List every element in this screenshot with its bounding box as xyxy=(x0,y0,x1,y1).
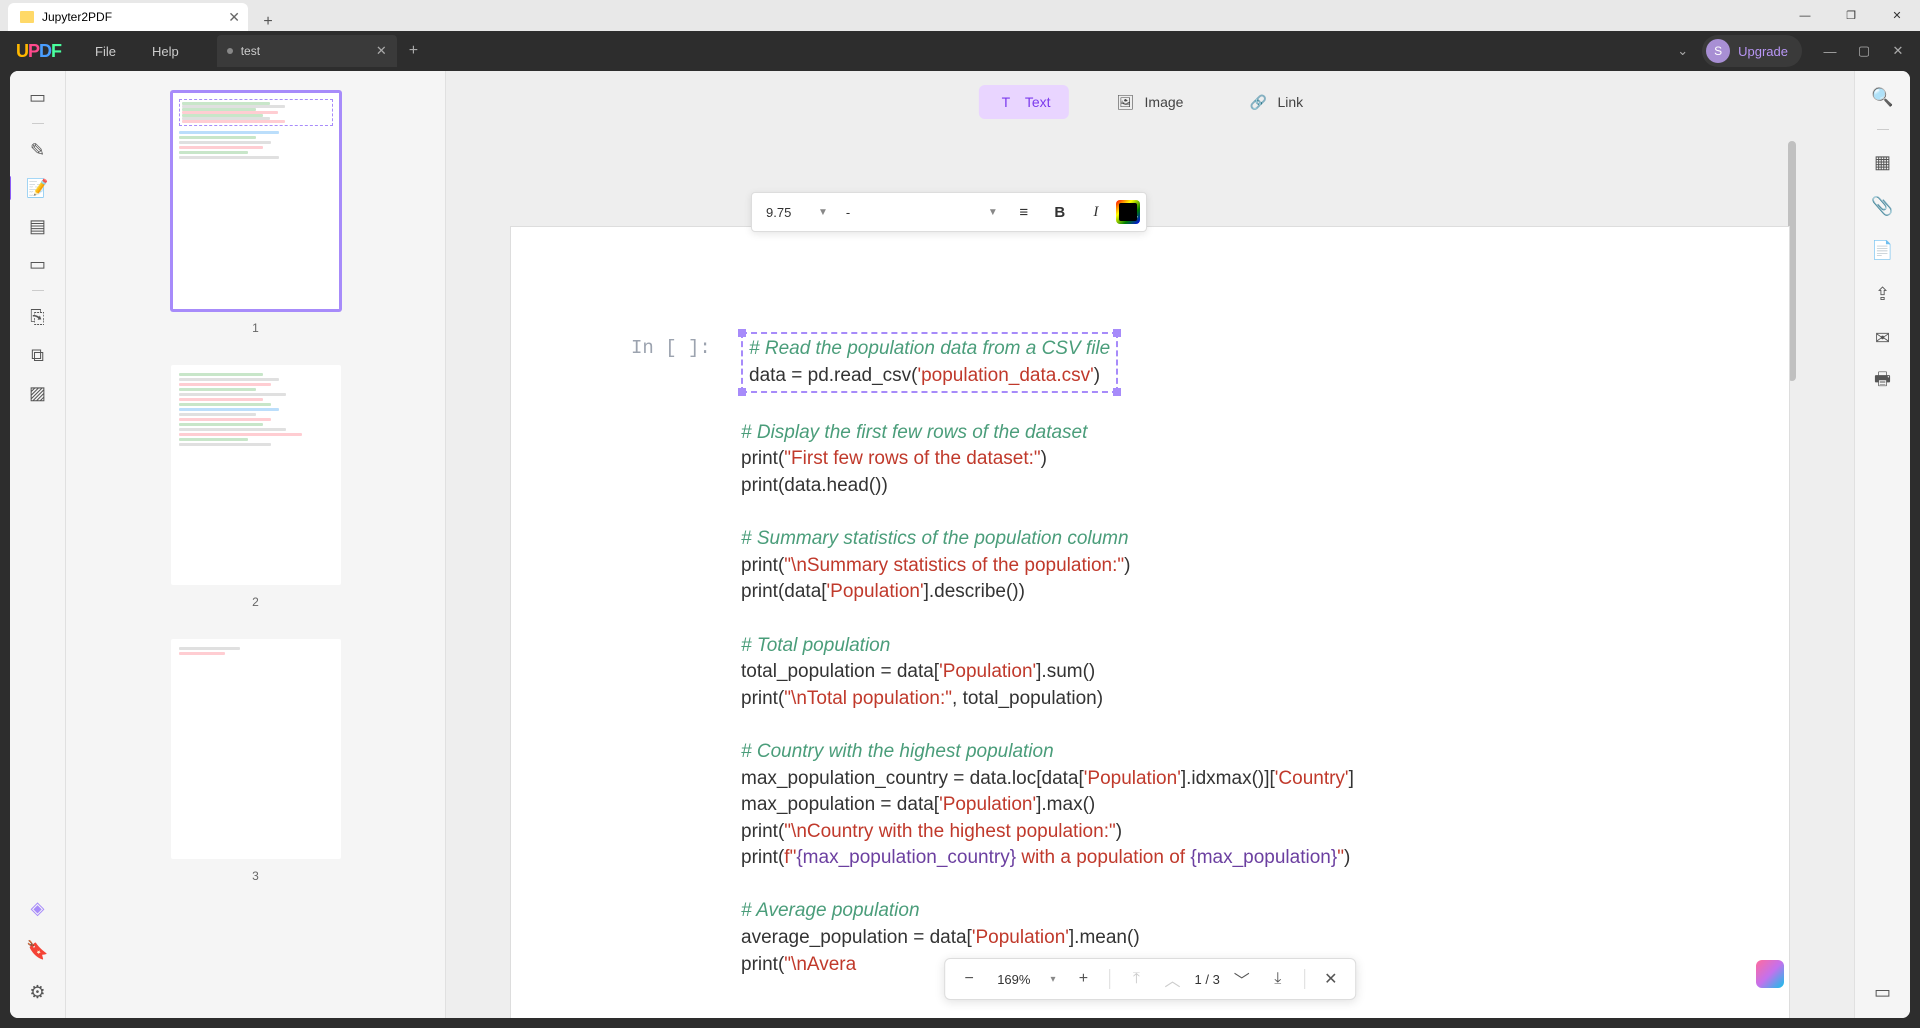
chevron-down-icon: ▾ xyxy=(1133,213,1138,224)
selected-text-box[interactable]: # Read the population data from a CSV fi… xyxy=(741,332,1118,393)
page-thumbnail-2[interactable] xyxy=(171,365,341,585)
copy-icon[interactable]: ⎘ xyxy=(26,305,50,329)
app-title-bar: UPDF File Help test ✕ + ⌄ S Upgrade — ▢ … xyxy=(0,31,1920,71)
print-icon[interactable]: 🖶 xyxy=(1871,370,1895,394)
app-maximize-button[interactable]: ▢ xyxy=(1850,37,1878,65)
upgrade-label: Upgrade xyxy=(1738,44,1788,59)
highlight-icon[interactable]: ✎ xyxy=(26,138,50,162)
thumbnail-number: 3 xyxy=(252,869,259,883)
settings-icon[interactable]: ⚙ xyxy=(26,980,50,1004)
app-logo[interactable]: UPDF xyxy=(16,41,61,62)
color-picker-button[interactable]: ▾ xyxy=(1116,200,1140,224)
last-page-button[interactable]: ⤓ xyxy=(1264,965,1292,993)
zoom-in-button[interactable]: + xyxy=(1069,965,1097,993)
page-thumbnail-1[interactable] xyxy=(171,91,341,311)
document-tab-title: test xyxy=(241,44,260,58)
code-content[interactable]: # Read the population data from a CSV fi… xyxy=(741,332,1709,978)
bookmark-icon[interactable]: 🔖 xyxy=(26,938,50,962)
mode-label: Text xyxy=(1025,94,1051,110)
ai-assistant-icon[interactable] xyxy=(1756,960,1784,988)
layers-icon[interactable]: ◈ xyxy=(26,896,50,920)
pages-icon[interactable]: ▤ xyxy=(26,214,50,238)
ocr-icon[interactable]: ▦ xyxy=(1871,150,1895,174)
view-mode-icon[interactable]: ▭ xyxy=(1871,980,1895,1004)
os-tab-bar: Jupyter2PDF ✕ + — ❐ ✕ xyxy=(0,0,1920,31)
close-icon[interactable]: ✕ xyxy=(376,43,387,59)
font-family-input[interactable] xyxy=(838,201,978,224)
mode-text-button[interactable]: T Text xyxy=(979,85,1069,119)
mode-image-button[interactable]: 🖼 Image xyxy=(1099,85,1202,119)
document-viewport[interactable]: T Text 🖼 Image 🔗 Link ▼ xyxy=(446,71,1854,1018)
chevron-down-icon[interactable]: ▾ xyxy=(1044,974,1061,985)
search-icon[interactable]: 🔍 xyxy=(1871,85,1895,109)
menu-help[interactable]: Help xyxy=(134,44,197,59)
reader-icon[interactable]: ▭ xyxy=(26,85,50,109)
page-navigation-bar: − 169% ▾ + ⤒ ︿ 1 / 3 ﹀ ⤓ ✕ xyxy=(944,958,1356,1000)
left-toolbar: ▭ ✎ 📝 ▤ ▭ ⎘ ⧉ ▨ ◈ 🔖 ⚙ xyxy=(10,71,66,1018)
text-icon: T xyxy=(997,93,1015,111)
document-tab[interactable]: test ✕ xyxy=(217,35,397,67)
upgrade-button[interactable]: S Upgrade xyxy=(1702,35,1802,67)
chevron-down-icon[interactable]: ▼ xyxy=(812,207,834,218)
os-tab[interactable]: Jupyter2PDF ✕ xyxy=(8,3,248,31)
redact-icon[interactable]: ▨ xyxy=(26,381,50,405)
maximize-button[interactable]: ❐ xyxy=(1828,0,1874,31)
close-window-button[interactable]: ✕ xyxy=(1874,0,1920,31)
form-icon[interactable]: ▭ xyxy=(26,252,50,276)
current-page[interactable]: 1 xyxy=(1194,972,1201,987)
os-tab-title: Jupyter2PDF xyxy=(42,10,112,24)
italic-button[interactable]: I xyxy=(1080,196,1112,228)
chevron-down-icon[interactable]: ⌄ xyxy=(1677,43,1688,59)
mail-icon[interactable]: ✉ xyxy=(1871,326,1895,350)
export-icon[interactable]: 📄 xyxy=(1871,238,1895,262)
close-nav-button[interactable]: ✕ xyxy=(1317,965,1345,993)
align-button[interactable]: ≡ xyxy=(1008,196,1040,228)
edit-icon[interactable]: 📝 xyxy=(26,176,50,200)
font-size-input[interactable] xyxy=(758,201,808,224)
right-toolbar: 🔍 ▦ 📎 📄 ⇪ ✉ 🖶 ▭ xyxy=(1854,71,1910,1018)
pdf-page[interactable]: ▼ ▼ ≡ B I ▾ In [ ]: # Read the populatio… xyxy=(510,226,1790,1018)
total-pages: 3 xyxy=(1213,972,1220,987)
app-minimize-button[interactable]: — xyxy=(1816,37,1844,65)
text-format-toolbar: ▼ ▼ ≡ B I ▾ xyxy=(751,192,1147,232)
minimize-button[interactable]: — xyxy=(1782,0,1828,31)
zoom-out-button[interactable]: − xyxy=(955,965,983,993)
app-close-button[interactable]: ✕ xyxy=(1884,37,1912,65)
edit-mode-bar: T Text 🖼 Image 🔗 Link xyxy=(979,85,1321,119)
next-page-button[interactable]: ﹀ xyxy=(1228,965,1256,993)
bold-button[interactable]: B xyxy=(1044,196,1076,228)
close-icon[interactable]: ✕ xyxy=(228,9,240,26)
folder-icon xyxy=(20,11,34,23)
thumbnail-number: 1 xyxy=(252,321,259,335)
image-icon: 🖼 xyxy=(1117,93,1135,111)
share-icon[interactable]: ⇪ xyxy=(1871,282,1895,306)
first-page-button[interactable]: ⤒ xyxy=(1122,965,1150,993)
prev-page-button[interactable]: ︿ xyxy=(1158,965,1186,993)
unsaved-dot-icon xyxy=(227,48,233,54)
thumbnail-number: 2 xyxy=(252,595,259,609)
crop-icon[interactable]: ⧉ xyxy=(26,343,50,367)
menu-file[interactable]: File xyxy=(77,44,134,59)
attachment-icon[interactable]: 📎 xyxy=(1871,194,1895,218)
zoom-level[interactable]: 169% xyxy=(991,972,1036,987)
link-icon: 🔗 xyxy=(1249,93,1267,111)
add-tab-button[interactable]: + xyxy=(252,13,284,31)
cell-label: In [ ]: xyxy=(631,337,711,359)
avatar: S xyxy=(1706,39,1730,63)
page-thumbnail-3[interactable] xyxy=(171,639,341,859)
thumbnail-panel: 1 2 3 xyxy=(66,71,446,1018)
mode-label: Link xyxy=(1277,94,1303,110)
chevron-down-icon[interactable]: ▼ xyxy=(982,207,1004,218)
mode-label: Image xyxy=(1145,94,1184,110)
add-document-tab[interactable]: + xyxy=(409,42,418,60)
mode-link-button[interactable]: 🔗 Link xyxy=(1231,85,1321,119)
